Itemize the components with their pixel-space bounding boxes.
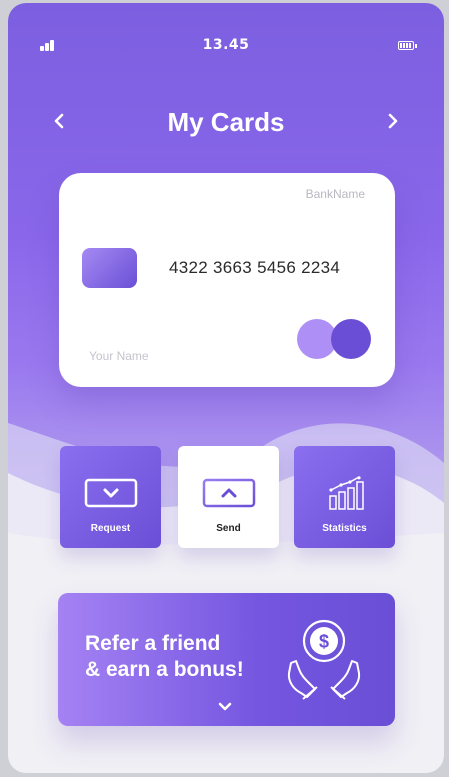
refer-line-1: Refer a friend: [85, 632, 221, 655]
card-brand-logo: [297, 317, 371, 361]
refer-line-2: & earn a bonus!: [85, 658, 244, 681]
request-label: Request: [90, 523, 131, 534]
card-chip-icon: [82, 248, 137, 288]
send-button[interactable]: Send: [178, 446, 279, 548]
card-holder-name: Your Name: [89, 349, 149, 363]
phone-screen: 13.45 My Cards BankName 4322 3663 5456 2…: [8, 3, 444, 773]
page-title: My Cards: [167, 107, 285, 137]
status-time: 13.45: [202, 37, 250, 53]
statistics-label: Statistics: [322, 523, 367, 534]
chevron-up-icon: [202, 478, 255, 508]
refer-text: Refer a friend & earn a bonus!: [85, 631, 244, 683]
battery-icon: [398, 41, 417, 50]
status-bar: 13.45: [8, 33, 444, 57]
next-card-button[interactable]: [380, 109, 404, 133]
navigation-header: My Cards: [8, 103, 444, 143]
card-number: 4322 3663 5456 2234: [169, 258, 341, 277]
expand-chevron-icon[interactable]: [217, 701, 233, 713]
statistics-button[interactable]: Statistics: [294, 446, 395, 548]
money-hands-icon: $: [287, 619, 361, 700]
bar-chart-icon: [328, 476, 364, 510]
send-label: Send: [216, 523, 241, 534]
credit-card[interactable]: BankName 4322 3663 5456 2234 Your Name: [59, 173, 395, 387]
request-button[interactable]: Request: [60, 446, 161, 548]
refer-friend-banner[interactable]: Refer a friend & earn a bonus! $: [58, 593, 395, 726]
chevron-down-icon: [84, 478, 137, 508]
chevron-right-icon: [388, 113, 398, 129]
svg-text:$: $: [319, 632, 329, 652]
bank-name: BankName: [305, 187, 365, 201]
